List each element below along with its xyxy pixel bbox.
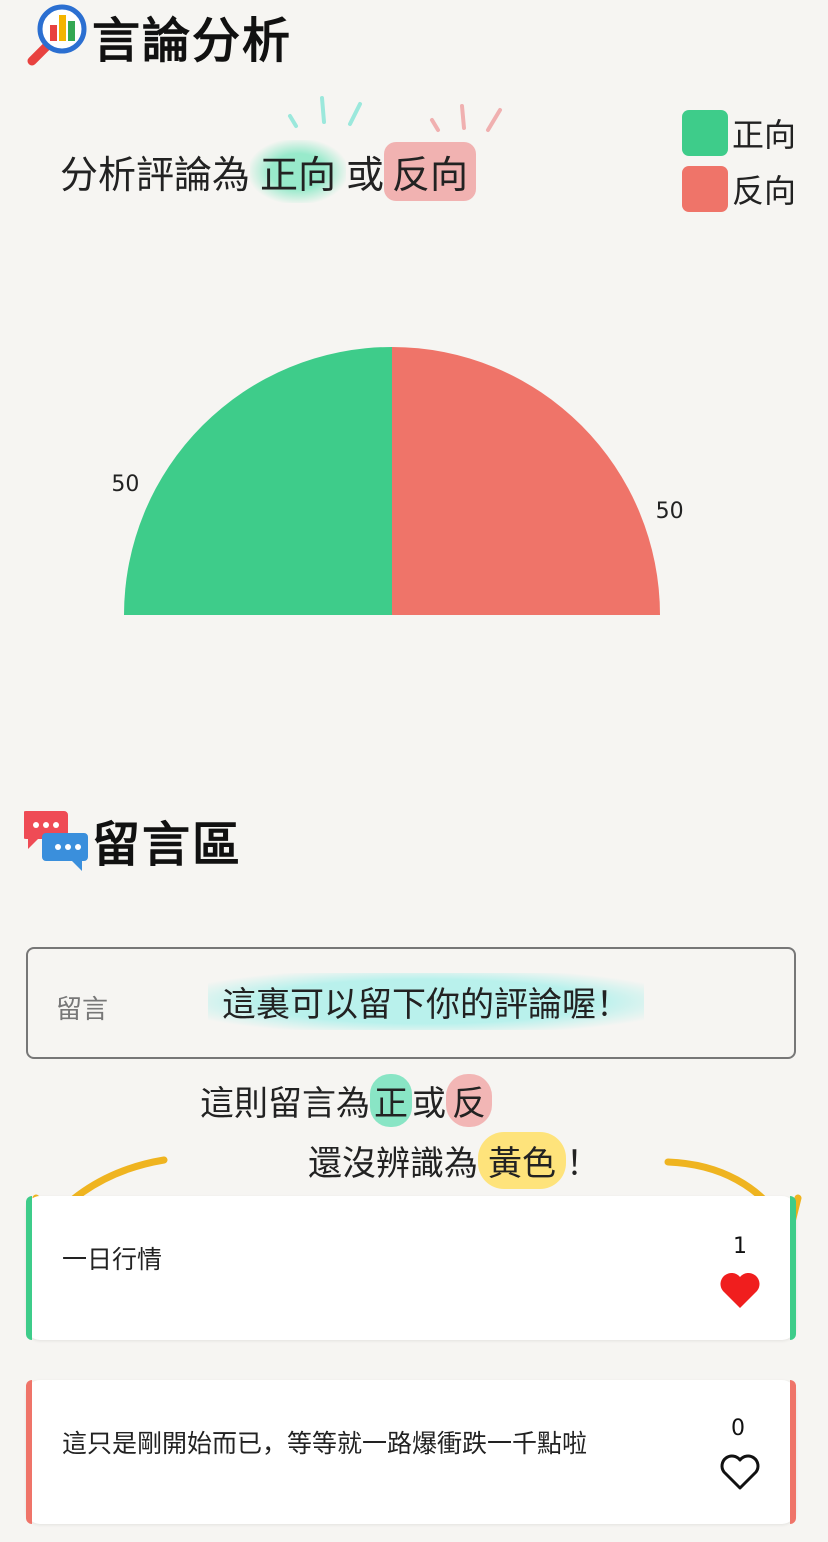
chat-bubbles-icon: [22, 807, 90, 873]
analytics-magnifier-icon: [22, 3, 88, 69]
pie-value-label: 50: [111, 472, 139, 497]
analysis-subtitle: 分析評論為 正向 或 反向: [60, 140, 477, 203]
comments-title: 留言區: [92, 817, 243, 873]
sparkle-red-icon: [430, 104, 502, 132]
page-title: 言論分析: [92, 13, 293, 69]
note-line-2: 還沒辨識為 黃色 ！: [308, 1132, 600, 1189]
pie-value-label: 50: [656, 499, 684, 524]
legend-item-positive: 正向: [682, 110, 796, 156]
sentiment-bar-right: [790, 1196, 796, 1340]
subtitle-positive-highlight: 正向: [250, 140, 347, 203]
pie-slice-negative: [392, 347, 660, 615]
heart-filled-icon[interactable]: [718, 1270, 762, 1310]
subtitle-or: 或: [346, 153, 385, 197]
pie-slice-positive: [124, 347, 392, 615]
note-or: 或: [412, 1084, 446, 1124]
note-line1-prefix: 這則留言為: [200, 1084, 370, 1124]
note-yellow-highlight: 黃色: [478, 1132, 566, 1189]
comment-text: 這只是剛開始而已，等等就一路爆衝跌一千點啦: [62, 1429, 588, 1458]
like-count: 0: [731, 1416, 745, 1441]
comment-text: 一日行情: [62, 1245, 163, 1274]
legend-item-negative: 反向: [682, 166, 796, 212]
chart-legend: 正向 反向: [682, 110, 796, 212]
analysis-header: 言論分析: [22, 0, 292, 72]
sparkle-green-icon: [288, 96, 362, 128]
note-line2-suffix: ！: [566, 1144, 600, 1184]
subtitle-prefix: 分析評論為: [60, 153, 251, 197]
sentiment-half-pie-chart: 50 50: [111, 347, 684, 615]
heart-outline-icon[interactable]: [718, 1452, 762, 1492]
note-line-1: 這則留言為 正 或 反: [200, 1074, 492, 1127]
comment-input-hint: 這裏可以留下你的評論喔！: [208, 973, 644, 1030]
legend-label-positive: 正向: [732, 116, 797, 154]
comment-card: 一日行情 1: [26, 1196, 796, 1340]
legend-swatch-positive: [682, 110, 728, 156]
subtitle-negative-highlight: 反向: [384, 142, 477, 201]
legend-swatch-negative: [682, 166, 728, 212]
sentiment-bar-left: [26, 1380, 32, 1524]
like-count: 1: [733, 1234, 747, 1259]
comment-card: 這只是剛開始而已，等等就一路爆衝跌一千點啦 0: [26, 1380, 796, 1524]
comment-input-label: 留言: [56, 995, 109, 1025]
comments-header: 留言區: [22, 805, 243, 875]
sentiment-bar-left: [26, 1196, 32, 1340]
note-negative-highlight: 反: [446, 1074, 492, 1127]
note-line2-prefix: 還沒辨識為: [308, 1144, 478, 1184]
legend-label-negative: 反向: [732, 172, 797, 210]
note-positive-highlight: 正: [370, 1074, 412, 1127]
sentiment-bar-right: [790, 1380, 796, 1524]
comment-input[interactable]: 留言 這裏可以留下你的評論喔！: [26, 947, 796, 1059]
